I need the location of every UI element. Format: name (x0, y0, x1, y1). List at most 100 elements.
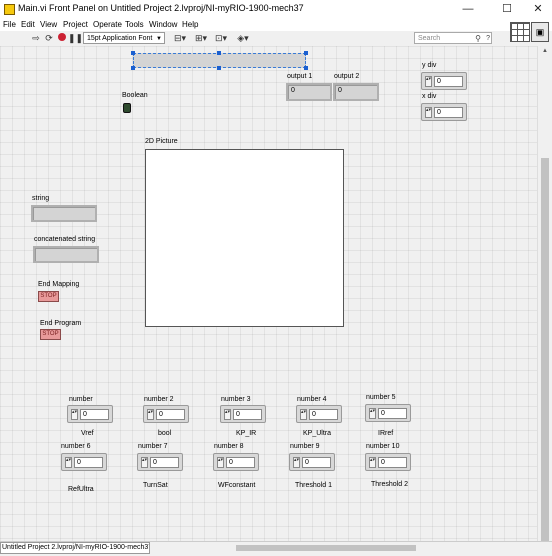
resize-handle[interactable] (131, 51, 135, 55)
abort-icon[interactable] (56, 33, 68, 44)
number-control[interactable]: ▴▾ 0 (296, 405, 342, 423)
number-label: number 7 (138, 443, 168, 450)
increment-decrement-icon[interactable]: ▴▾ (147, 409, 154, 420)
search-input[interactable]: Search ⚲? (414, 32, 492, 44)
maximize-button[interactable]: ☐ (490, 0, 524, 19)
resize-handle[interactable] (304, 66, 308, 70)
number-value[interactable]: 0 (309, 409, 338, 420)
end-program-stop-button[interactable]: STOP (40, 329, 61, 340)
ydiv-value[interactable]: 0 (434, 76, 463, 87)
output2-label: output 2 (334, 73, 360, 80)
ydiv-control[interactable]: ▴▾ 0 (421, 72, 467, 90)
resize-handle[interactable] (217, 66, 221, 70)
number-caption: Threshold 1 (295, 482, 332, 489)
number-label: number 2 (144, 396, 174, 403)
number-value[interactable]: 0 (74, 457, 103, 468)
vertical-scrollbar[interactable]: ▲ (537, 46, 552, 541)
scroll-up-icon[interactable]: ▲ (542, 48, 548, 54)
pause-icon[interactable]: ❚❚ (68, 33, 83, 44)
number-caption: WFconstant (218, 482, 256, 489)
increment-decrement-icon[interactable]: ▴▾ (224, 409, 231, 420)
search-icon[interactable]: ⚲ (475, 33, 481, 44)
number-value[interactable]: 0 (80, 409, 109, 420)
resize-icon[interactable]: ⊡▾ (213, 33, 229, 44)
number-label: number 4 (297, 396, 327, 403)
increment-decrement-icon[interactable]: ▴▾ (369, 408, 376, 419)
increment-decrement-icon[interactable]: ▴▾ (71, 409, 78, 420)
increment-decrement-icon[interactable]: ▴▾ (65, 457, 72, 468)
output1-label: output 1 (287, 73, 313, 80)
font-select-value: 15pt Application Font (87, 35, 153, 42)
menu-project[interactable]: Project (63, 19, 88, 31)
number-value[interactable]: 0 (233, 409, 262, 420)
output1-indicator: 0 (286, 83, 332, 101)
number-control[interactable]: ▴▾ 0 (61, 453, 107, 471)
number-control[interactable]: ▴▾ 0 (365, 453, 411, 471)
menu-edit[interactable]: Edit (21, 19, 35, 31)
number-control[interactable]: ▴▾ 0 (137, 453, 183, 471)
number-control[interactable]: ▴▾ 0 (67, 405, 113, 423)
number-control[interactable]: ▴▾ 0 (365, 404, 411, 422)
number-caption: bool (158, 430, 172, 437)
vi-icon[interactable]: ▣ (531, 22, 549, 42)
increment-decrement-icon[interactable]: ▴▾ (217, 457, 224, 468)
project-target-status[interactable]: Untitled Project 2.lvproj/NI-myRIO-1900-… (0, 542, 150, 554)
menu-help[interactable]: Help (182, 19, 198, 31)
labview-app-icon (4, 4, 15, 15)
minimize-button[interactable]: — (451, 0, 485, 19)
menu-view[interactable]: View (40, 19, 57, 31)
increment-decrement-icon[interactable]: ▴▾ (293, 457, 300, 468)
number-control[interactable]: ▴▾ 0 (143, 405, 189, 423)
boolean-led[interactable] (123, 103, 131, 113)
reorder-icon[interactable]: ◈▾ (235, 33, 251, 44)
increment-decrement-icon[interactable]: ▴▾ (141, 457, 148, 468)
number-caption: IRref (378, 430, 394, 437)
number-value[interactable]: 0 (378, 408, 407, 419)
number-value[interactable]: 0 (302, 457, 331, 468)
concat-indicator (33, 246, 99, 263)
number-value[interactable]: 0 (150, 457, 179, 468)
search-placeholder: Search (418, 35, 441, 42)
picture-label: 2D Picture (145, 138, 178, 145)
window-title: Main.vi Front Panel on Untitled Project … (18, 3, 304, 13)
concat-label: concatenated string (34, 236, 96, 243)
connector-pane-icon[interactable] (510, 22, 530, 42)
number-value[interactable]: 0 (226, 457, 255, 468)
resize-handle[interactable] (217, 51, 221, 55)
horizontal-scrollbar-thumb[interactable] (236, 545, 416, 551)
scrollbar-thumb[interactable] (541, 158, 549, 541)
resize-handle[interactable] (131, 66, 135, 70)
end-program-label: End Program (40, 320, 82, 327)
increment-decrement-icon[interactable]: ▴▾ (425, 76, 432, 87)
number-control[interactable]: ▴▾ 0 (289, 453, 335, 471)
menu-window[interactable]: Window (149, 19, 177, 31)
number-value[interactable]: 0 (378, 457, 407, 468)
distribute-icon[interactable]: ⊞▾ (193, 33, 209, 44)
number-label: number 10 (366, 443, 400, 450)
menu-file[interactable]: File (3, 19, 16, 31)
run-arrow-icon[interactable]: ⇨ (30, 33, 42, 44)
end-mapping-stop-button[interactable]: STOP (38, 291, 59, 302)
end-mapping-label: End Mapping (38, 281, 80, 288)
help-icon[interactable]: ? (486, 33, 490, 44)
number-control[interactable]: ▴▾ 0 (220, 405, 266, 423)
increment-decrement-icon[interactable]: ▴▾ (425, 107, 432, 118)
output2-indicator: 0 (333, 83, 379, 101)
number-value[interactable]: 0 (156, 409, 185, 420)
ydiv-label: y div (422, 62, 437, 69)
increment-decrement-icon[interactable]: ▴▾ (369, 457, 376, 468)
resize-handle[interactable] (304, 51, 308, 55)
run-continuously-icon[interactable]: ⟳ (43, 33, 55, 44)
number-label: number 8 (214, 443, 244, 450)
close-button[interactable]: ✕ (521, 0, 552, 19)
menu-tools[interactable]: Tools (125, 19, 144, 31)
xdiv-control[interactable]: ▴▾ 0 (421, 103, 467, 121)
boolean-label: Boolean (122, 92, 148, 99)
number-control[interactable]: ▴▾ 0 (213, 453, 259, 471)
xdiv-value[interactable]: 0 (434, 107, 463, 118)
menu-operate[interactable]: Operate (93, 19, 122, 31)
increment-decrement-icon[interactable]: ▴▾ (300, 409, 307, 420)
string-label: string (32, 195, 50, 202)
align-icon[interactable]: ⊟▾ (172, 33, 188, 44)
font-select[interactable]: 15pt Application Font ▼ (83, 32, 165, 44)
